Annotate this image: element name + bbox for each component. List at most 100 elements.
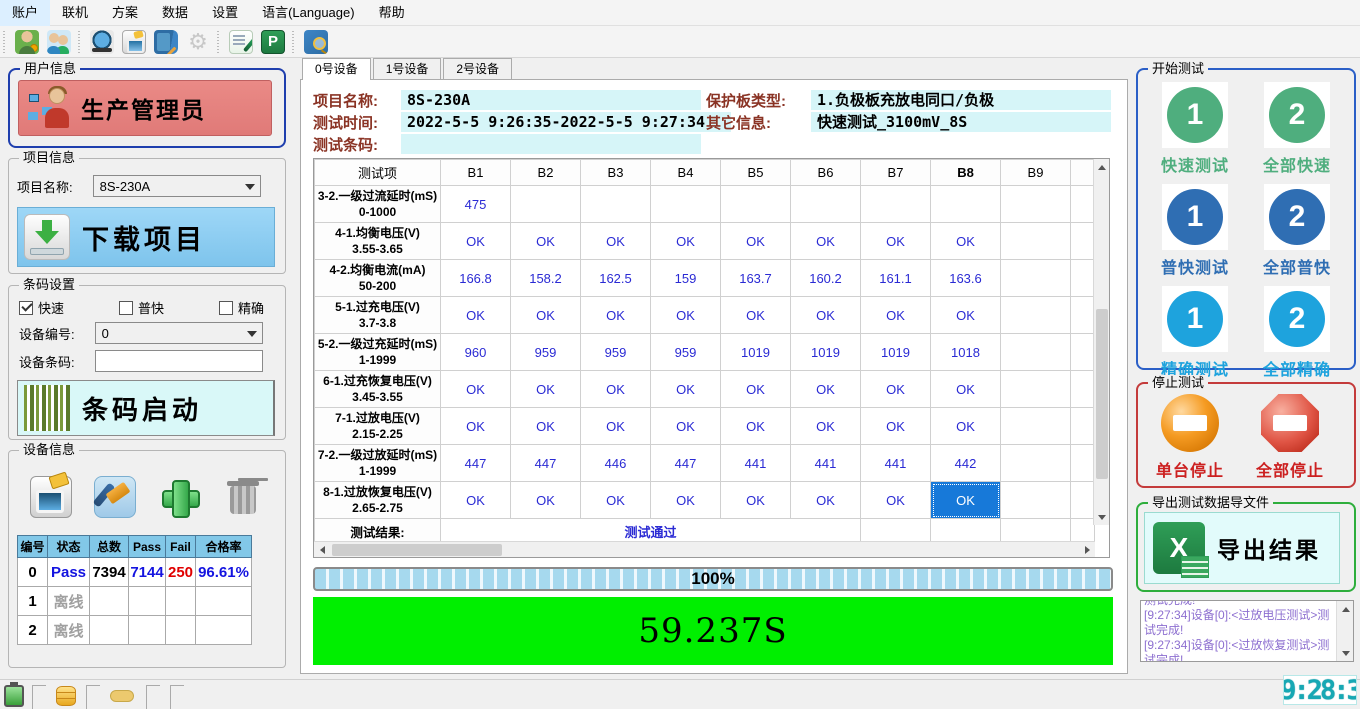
device-delete-button[interactable] [219,473,267,521]
test-value-cell[interactable]: OK [581,482,651,519]
device-no-select[interactable]: 0 [95,322,263,344]
menu-item-语言(Language)[interactable]: 语言(Language) [250,0,367,26]
test-value-cell[interactable]: OK [511,371,581,408]
device-barcode-input[interactable] [95,350,263,372]
test-value-cell[interactable]: OK [651,223,721,260]
horizontal-scrollbar[interactable] [314,541,1095,557]
test-value-cell[interactable]: OK [721,371,791,408]
package-button[interactable] [120,29,148,55]
download-project-button[interactable]: 下载项目 [17,207,275,267]
test-value-cell[interactable] [1001,186,1071,223]
test-value-cell[interactable]: OK [581,408,651,445]
test-value-cell[interactable]: OK [721,408,791,445]
tab-device-2[interactable]: 2号设备 [443,58,512,79]
user-group-button[interactable] [45,29,73,55]
menu-item-帮助[interactable]: 帮助 [367,0,417,26]
test-value-cell[interactable]: 1019 [791,334,861,371]
test-value-cell[interactable] [1001,482,1071,519]
test-value-cell[interactable]: 446 [581,445,651,482]
scroll-down-arrow[interactable] [1094,509,1110,525]
vertical-scrollbar[interactable] [1093,159,1109,525]
start-button-普快测试[interactable]: 1普快测试 [1148,184,1242,278]
tab-device-1[interactable]: 1号设备 [373,58,442,79]
test-value-cell[interactable] [1001,408,1071,445]
test-value-cell[interactable]: OK [651,482,721,519]
test-value-cell[interactable]: OK [651,371,721,408]
test-value-cell[interactable]: OK [511,482,581,519]
scroll-up-arrow[interactable] [1094,159,1110,175]
test-value-cell[interactable]: 1019 [861,334,931,371]
test-value-cell[interactable]: OK [511,223,581,260]
test-value-cell[interactable]: OK [441,297,511,334]
test-value-cell[interactable]: OK [791,223,861,260]
test-value-cell[interactable]: OK [511,408,581,445]
test-value-cell[interactable]: OK [931,482,1001,519]
start-button-全部普快[interactable]: 2全部普快 [1250,184,1344,278]
current-user-button[interactable]: 生产管理员 [18,80,272,136]
test-value-cell[interactable]: 447 [651,445,721,482]
test-value-cell[interactable]: OK [931,297,1001,334]
test-value-cell[interactable]: OK [791,482,861,519]
test-value-cell[interactable]: OK [651,408,721,445]
test-value-cell[interactable] [1001,334,1071,371]
add-user-button[interactable] [13,29,41,55]
test-value-cell[interactable]: 447 [511,445,581,482]
test-value-cell[interactable]: OK [581,371,651,408]
start-button-快速测试[interactable]: 1快速测试 [1148,82,1242,176]
horizontal-scroll-thumb[interactable] [332,544,502,556]
remote-device-button[interactable] [88,29,116,55]
test-value-cell[interactable]: 1019 [721,334,791,371]
menu-item-方案[interactable]: 方案 [100,0,150,26]
test-value-cell[interactable]: OK [511,297,581,334]
test-value-cell[interactable]: OK [441,223,511,260]
checkbox-精确[interactable]: 精确 [219,298,264,317]
test-value-cell[interactable]: OK [791,371,861,408]
test-value-cell[interactable]: OK [721,482,791,519]
test-value-cell[interactable]: 441 [791,445,861,482]
device-machine-button[interactable] [27,473,75,521]
scroll-right-arrow[interactable] [1079,542,1095,558]
stop-all-button[interactable]: 全部停止 [1256,394,1324,481]
test-value-cell[interactable]: OK [931,371,1001,408]
test-value-cell[interactable]: 159 [651,260,721,297]
test-value-cell[interactable]: OK [791,408,861,445]
test-value-cell[interactable]: OK [581,297,651,334]
project-name-select[interactable]: 8S-230A [93,175,261,197]
device-tools-button[interactable] [91,473,139,521]
test-value-cell[interactable]: OK [791,297,861,334]
test-value-cell[interactable] [1001,297,1071,334]
test-value-cell[interactable]: OK [651,297,721,334]
test-value-cell[interactable]: 163.6 [931,260,1001,297]
test-value-cell[interactable]: 160.2 [791,260,861,297]
test-value-cell[interactable]: OK [441,371,511,408]
test-value-cell[interactable] [511,186,581,223]
start-button-全部精确[interactable]: 2全部精确 [1250,286,1344,380]
test-value-cell[interactable]: OK [931,223,1001,260]
test-value-cell[interactable] [581,186,651,223]
test-value-cell[interactable]: 960 [441,334,511,371]
start-button-全部快速[interactable]: 2全部快速 [1250,82,1344,176]
test-value-cell[interactable]: OK [581,223,651,260]
project-button[interactable]: P [259,29,287,55]
address-book-button[interactable] [152,29,180,55]
device-add-button[interactable] [155,473,203,521]
test-value-cell[interactable] [721,186,791,223]
test-value-cell[interactable] [791,186,861,223]
log-scroll-up-arrow[interactable] [1337,601,1354,617]
export-results-button[interactable]: X 导出结果 [1144,512,1340,584]
test-value-cell[interactable]: 441 [861,445,931,482]
scroll-left-arrow[interactable] [314,542,330,558]
menu-item-设置[interactable]: 设置 [200,0,250,26]
test-value-cell[interactable]: OK [861,482,931,519]
menu-item-数据[interactable]: 数据 [150,0,200,26]
test-value-cell[interactable]: OK [861,371,931,408]
stop-single-button[interactable]: 单台停止 [1156,394,1224,481]
test-value-cell[interactable]: OK [721,223,791,260]
barcode-start-button[interactable]: 条码启动 [17,380,275,436]
test-value-cell[interactable] [1001,371,1071,408]
test-value-cell[interactable]: OK [441,482,511,519]
test-value-cell[interactable]: OK [861,297,931,334]
test-value-cell[interactable]: 162.5 [581,260,651,297]
test-value-cell[interactable]: 163.7 [721,260,791,297]
test-value-cell[interactable]: OK [931,408,1001,445]
